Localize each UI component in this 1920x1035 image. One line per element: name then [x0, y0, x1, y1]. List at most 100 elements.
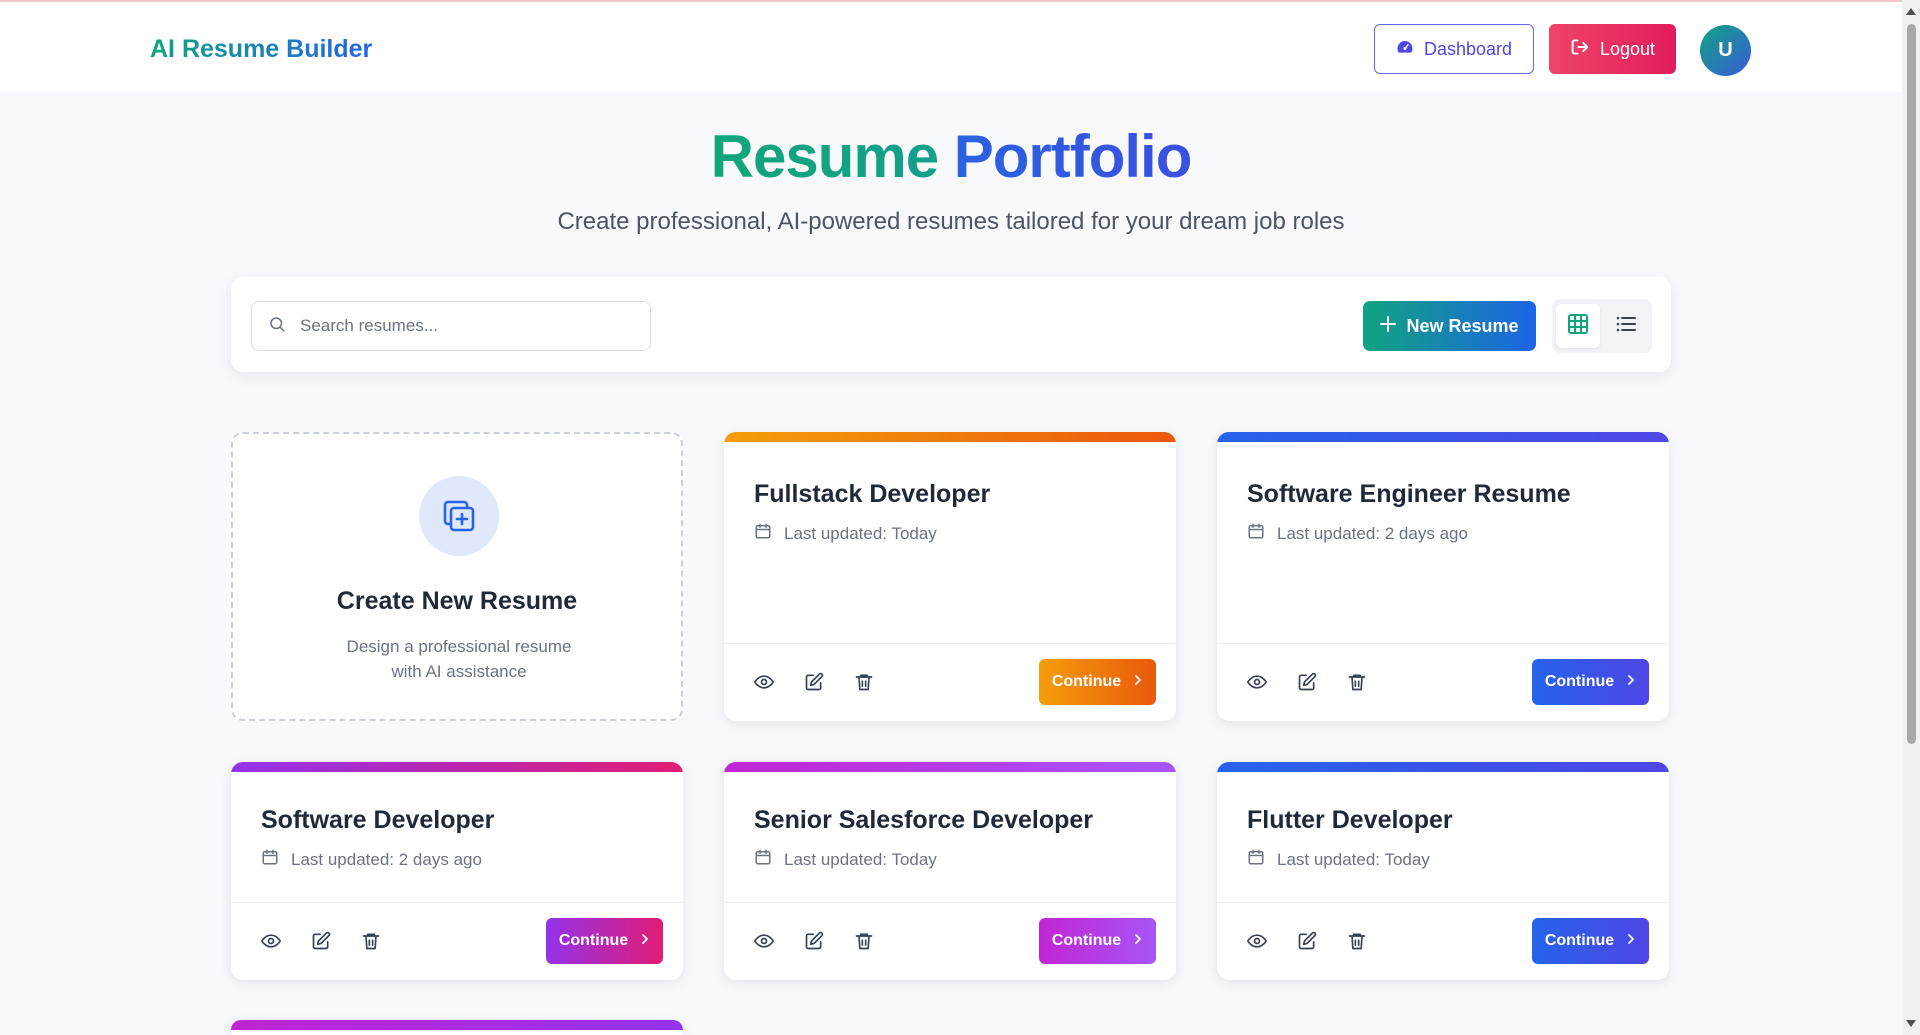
chevron-right-icon: [1133, 932, 1143, 950]
edit-icon[interactable]: [804, 672, 824, 692]
edit-icon[interactable]: [1297, 931, 1317, 951]
calendar-icon: [261, 848, 279, 871]
resume-card[interactable]: Flutter Developer Last updated: Today Co: [1217, 762, 1669, 980]
page-title-part1: Resume: [710, 123, 939, 190]
chevron-right-icon: [1626, 932, 1636, 950]
scroll-up-arrow-icon[interactable]: [1906, 8, 1916, 15]
trash-icon[interactable]: [1347, 672, 1367, 692]
resume-card-actions: [261, 931, 381, 951]
page-title-part2: Portfolio: [953, 123, 1193, 190]
view-eye-icon[interactable]: [754, 931, 774, 951]
scroll-thumb[interactable]: [1907, 24, 1916, 744]
logout-label: Logout: [1599, 38, 1656, 59]
card-accent-bar: [231, 1020, 683, 1030]
calendar-icon: [754, 848, 772, 871]
list-view-button[interactable]: [1604, 304, 1648, 348]
resume-card-updated: Last updated: Today: [1247, 848, 1430, 871]
resume-card-footer: Continue: [1217, 902, 1669, 980]
resume-card-title[interactable]: Senior Salesforce Developer: [754, 806, 1093, 835]
continue-button[interactable]: Continue: [1532, 918, 1649, 964]
resume-toolbar: New Resume: [231, 277, 1671, 372]
page-title: Resume Portfolio: [0, 122, 1902, 191]
resume-card-actions: [754, 931, 874, 951]
card-accent-bar: [1217, 762, 1669, 772]
edit-icon[interactable]: [1297, 672, 1317, 692]
view-mode-toggle: [1552, 299, 1652, 353]
view-eye-icon[interactable]: [754, 672, 774, 692]
create-resume-description: Design a professional resume with AI ass…: [346, 637, 572, 681]
chevron-right-icon: [1133, 673, 1143, 691]
resume-card-title[interactable]: Software Engineer Resume: [1247, 480, 1571, 509]
resume-card-updated: Last updated: Today: [754, 848, 937, 871]
continue-button[interactable]: Continue: [1532, 659, 1649, 705]
resume-card-title[interactable]: Fullstack Developer: [754, 480, 990, 509]
calendar-icon: [754, 522, 772, 545]
continue-button[interactable]: Continue: [1039, 659, 1156, 705]
create-resume-icon: [419, 476, 499, 556]
resume-card-footer: Continue: [724, 643, 1176, 721]
resume-card-updated-text: Last updated: Today: [1277, 849, 1430, 869]
search-box[interactable]: [251, 301, 651, 351]
card-accent-bar: [724, 432, 1176, 442]
resume-card[interactable]: Software Developer Last updated: 2 days …: [231, 762, 683, 980]
trash-icon[interactable]: [854, 672, 874, 692]
grid-icon: [1567, 313, 1589, 340]
page-scrollbar[interactable]: [1902, 0, 1920, 1035]
edit-icon[interactable]: [804, 931, 824, 951]
resume-card-updated-text: Last updated: Today: [784, 523, 937, 543]
plus-icon: [1380, 315, 1397, 337]
continue-label: Continue: [1051, 673, 1122, 690]
page-subtitle: Create professional, AI-powered resumes …: [557, 208, 1345, 235]
resume-card-updated: Last updated: 2 days ago: [1247, 522, 1468, 545]
resume-card-title[interactable]: Software Developer: [261, 806, 494, 835]
resume-card-partial: [231, 1020, 683, 1035]
logout-icon: [1570, 38, 1590, 61]
dashboard-label: Dashboard: [1423, 38, 1513, 59]
resume-card-footer: Continue: [1217, 643, 1669, 721]
user-avatar[interactable]: U: [1700, 25, 1751, 76]
resume-card-updated: Last updated: Today: [754, 522, 937, 545]
resume-card-updated: Last updated: 2 days ago: [261, 848, 482, 871]
resume-card[interactable]: Software Engineer Resume Last updated: 2…: [1217, 432, 1669, 721]
resume-card-actions: [1247, 672, 1367, 692]
view-eye-icon[interactable]: [1247, 672, 1267, 692]
search-input[interactable]: [300, 316, 620, 336]
edit-icon[interactable]: [311, 931, 331, 951]
continue-button[interactable]: Continue: [1039, 918, 1156, 964]
resume-card-updated-text: Last updated: 2 days ago: [291, 849, 482, 869]
trash-icon[interactable]: [1347, 931, 1367, 951]
new-resume-button[interactable]: New Resume: [1363, 301, 1536, 351]
resume-card-updated-text: Last updated: Today: [784, 849, 937, 869]
resume-card-footer: Continue: [231, 902, 683, 980]
list-icon: [1615, 313, 1637, 340]
view-eye-icon[interactable]: [261, 931, 281, 951]
resume-card-updated-text: Last updated: 2 days ago: [1277, 523, 1468, 543]
resume-card-footer: Continue: [724, 902, 1176, 980]
create-resume-title: Create New Resume: [336, 587, 578, 615]
grid-view-button[interactable]: [1556, 304, 1600, 348]
chevron-right-icon: [640, 932, 650, 950]
trash-icon[interactable]: [854, 931, 874, 951]
card-accent-bar: [724, 762, 1176, 772]
trash-icon[interactable]: [361, 931, 381, 951]
new-resume-label: New Resume: [1406, 315, 1519, 336]
continue-label: Continue: [1544, 673, 1615, 690]
card-accent-bar: [231, 762, 683, 772]
continue-button[interactable]: Continue: [546, 918, 663, 964]
app-header: AI Resume Builder Dashboard Logout U: [0, 2, 1902, 92]
resume-card-actions: [754, 672, 874, 692]
continue-label: Continue: [558, 932, 629, 949]
logout-button[interactable]: Logout: [1549, 24, 1676, 74]
resume-card[interactable]: Senior Salesforce Developer Last updated…: [724, 762, 1176, 980]
view-eye-icon[interactable]: [1247, 931, 1267, 951]
create-new-resume-card[interactable]: Create New Resume Design a professional …: [231, 432, 683, 721]
resume-card[interactable]: Fullstack Developer Last updated: Today: [724, 432, 1176, 721]
calendar-icon: [1247, 848, 1265, 871]
resume-card-actions: [1247, 931, 1367, 951]
continue-label: Continue: [1051, 932, 1122, 949]
brand-logo-text[interactable]: AI Resume Builder: [150, 35, 372, 64]
resume-card-title[interactable]: Flutter Developer: [1247, 806, 1453, 835]
scroll-down-arrow-icon[interactable]: [1906, 1020, 1916, 1027]
continue-label: Continue: [1544, 932, 1615, 949]
dashboard-button[interactable]: Dashboard: [1374, 24, 1534, 74]
